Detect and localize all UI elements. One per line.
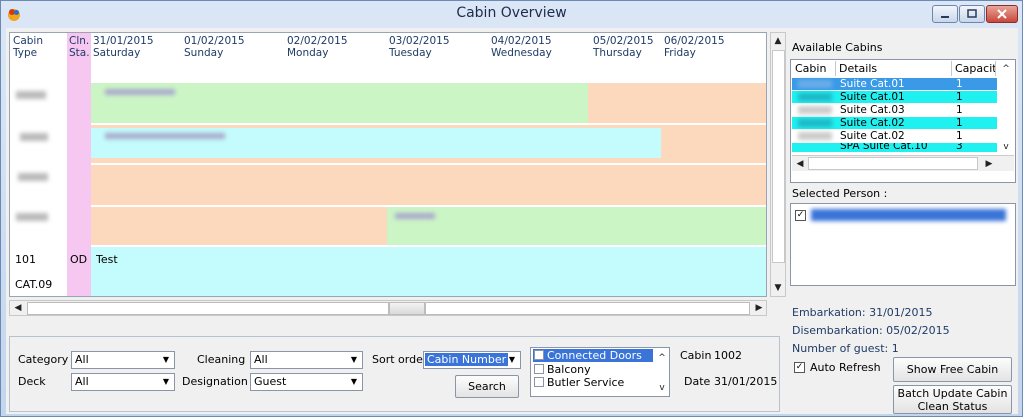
grid-horizontal-scrollbar[interactable]: ◀ ▶	[9, 300, 767, 316]
scroll-up-icon[interactable]: ▲	[771, 34, 785, 48]
header-cln-status: Cln. Sta.	[69, 35, 90, 59]
cabin-label: Cabin	[680, 349, 712, 362]
booking-label: Test	[96, 253, 118, 266]
selected-person-title: Selected Person :	[792, 187, 888, 200]
booking-bar[interactable]	[91, 247, 766, 296]
scroll-thumb[interactable]	[772, 50, 785, 263]
designation-select[interactable]: Guest ▼	[250, 373, 363, 391]
cleaning-status: OD	[70, 253, 88, 266]
list-item[interactable]: SPA Suite Cat.10 3	[792, 143, 997, 152]
list-horizontal-scrollbar[interactable]: ◀ ▶	[792, 155, 1014, 171]
header-day-5: 05/02/2015 Thursday	[593, 35, 654, 59]
scroll-left-icon[interactable]: ◀	[793, 157, 807, 171]
grid-vertical-scrollbar[interactable]: ▲ ▼	[770, 32, 786, 297]
scroll-left-icon[interactable]: ◀	[11, 301, 25, 315]
chevron-down-icon: ▼	[508, 355, 516, 364]
header-day-3: 03/02/2015 Tuesday	[389, 35, 450, 59]
attribute-connected-doors[interactable]: Connected Doors	[533, 349, 653, 362]
booking-row[interactable]	[91, 165, 766, 205]
search-button[interactable]: Search	[455, 375, 519, 398]
chevron-down-icon: ▼	[162, 355, 170, 364]
scroll-track-left[interactable]	[27, 302, 389, 315]
scroll-thumb[interactable]	[389, 302, 425, 315]
cabin-overview-window: Cabin Overview Cabin Type Cln. Sta. 31/0…	[0, 0, 1023, 417]
header-day-1: 01/02/2015 Sunday	[184, 35, 245, 59]
list-item[interactable]: Suite Cat.01 1	[792, 78, 997, 90]
scroll-right-icon[interactable]: ▶	[752, 301, 766, 315]
available-cabins-list[interactable]: Cabin Details Capacity ^ Suite Cat.01 1 …	[790, 59, 1016, 183]
maximize-icon	[967, 9, 977, 18]
minimize-button[interactable]	[932, 5, 958, 23]
attribute-checklist[interactable]: Connected Doors Balcony Butler Service ^…	[530, 347, 670, 397]
filter-panel: Category All ▼ Deck All ▼ Cleaning All ▼…	[9, 336, 780, 412]
category-select[interactable]: All ▼	[71, 351, 175, 369]
cabin-value: 1002	[714, 349, 742, 362]
header-day-0: 31/01/2015 Saturday	[93, 35, 154, 59]
show-free-cabin-button[interactable]: Show Free Cabin	[893, 357, 1012, 382]
attribute-balcony[interactable]: Balcony	[533, 363, 653, 376]
batch-update-clean-status-button[interactable]: Batch Update Cabin Clean Status	[893, 385, 1012, 414]
designation-label: Designation	[182, 375, 248, 388]
sort-order-label: Sort order	[372, 353, 428, 366]
scroll-up-icon[interactable]: ^	[999, 62, 1013, 76]
list-item[interactable]: Suite Cat.02 1	[792, 117, 997, 129]
checkbox[interactable]	[534, 377, 544, 387]
chevron-up-icon[interactable]: ^	[655, 351, 669, 365]
header-day-4: 04/02/2015 Wednesday	[491, 35, 552, 59]
cabin-type: CAT.09	[15, 278, 53, 291]
selected-person-list[interactable]: ✓	[790, 203, 1016, 286]
guest-count-text: Number of guest: 1	[792, 342, 899, 355]
person-checkbox[interactable]: ✓	[795, 210, 806, 221]
cleaning-label: Cleaning	[197, 353, 246, 366]
scroll-thumb[interactable]	[808, 157, 978, 170]
client-area: Cabin Type Cln. Sta. 31/01/2015 Saturday …	[6, 28, 1018, 414]
close-button[interactable]	[986, 5, 1018, 23]
header-cabin-type: Cabin Type	[13, 35, 44, 59]
disembarkation-text: Disembarkation: 05/02/2015	[792, 324, 950, 337]
scroll-track-right[interactable]	[425, 302, 750, 315]
deck-select[interactable]: All ▼	[71, 373, 175, 391]
scroll-down-icon[interactable]: v	[999, 140, 1013, 154]
cabin-number: 101	[15, 253, 36, 266]
minimize-icon	[941, 16, 949, 18]
date-label: Date	[684, 375, 711, 388]
chevron-down-icon: ▼	[350, 355, 358, 364]
list-item[interactable]: Suite Cat.02 1	[792, 130, 997, 142]
chevron-down-icon: ▼	[162, 377, 170, 386]
list-item[interactable]: Suite Cat.01 1	[792, 91, 997, 103]
auto-refresh-label[interactable]: Auto Refresh	[810, 361, 881, 374]
cleaning-select[interactable]: All ▼	[250, 351, 363, 369]
attribute-butler-service[interactable]: Butler Service	[533, 376, 653, 389]
scroll-down-icon[interactable]: ▼	[771, 281, 785, 295]
column-header-cabin[interactable]: Cabin	[792, 61, 836, 76]
header-day-2: 02/02/2015 Monday	[287, 35, 348, 59]
window-title: Cabin Overview	[456, 5, 567, 21]
person-name-redacted[interactable]	[811, 209, 1006, 221]
sort-order-select[interactable]: Cabin Number ▼	[423, 351, 521, 369]
title-bar[interactable]: Cabin Overview	[1, 1, 1022, 27]
scroll-right-icon[interactable]: ▶	[982, 157, 996, 171]
date-value: 31/01/2015	[714, 375, 778, 388]
close-icon	[997, 9, 1007, 19]
list-item[interactable]: Suite Cat.03 1	[792, 104, 997, 116]
header-day-6: 06/02/2015 Friday	[664, 35, 725, 59]
checkbox[interactable]	[534, 350, 544, 360]
checkbox[interactable]	[534, 364, 544, 374]
column-header-capacity[interactable]: Capacity	[952, 61, 996, 76]
auto-refresh-checkbox[interactable]: ✓	[794, 362, 805, 373]
deck-label: Deck	[18, 375, 46, 388]
chevron-down-icon: ▼	[350, 377, 358, 386]
booking-bar[interactable]	[91, 207, 387, 245]
embarkation-text: Embarkation: 31/01/2015	[792, 306, 933, 319]
schedule-grid[interactable]: Cabin Type Cln. Sta. 31/01/2015 Saturday …	[9, 32, 767, 297]
category-label: Category	[18, 353, 69, 366]
maximize-button[interactable]	[959, 5, 985, 23]
column-header-details[interactable]: Details	[836, 61, 952, 76]
chevron-down-icon[interactable]: v	[655, 381, 669, 395]
available-cabins-title: Available Cabins	[792, 41, 883, 54]
